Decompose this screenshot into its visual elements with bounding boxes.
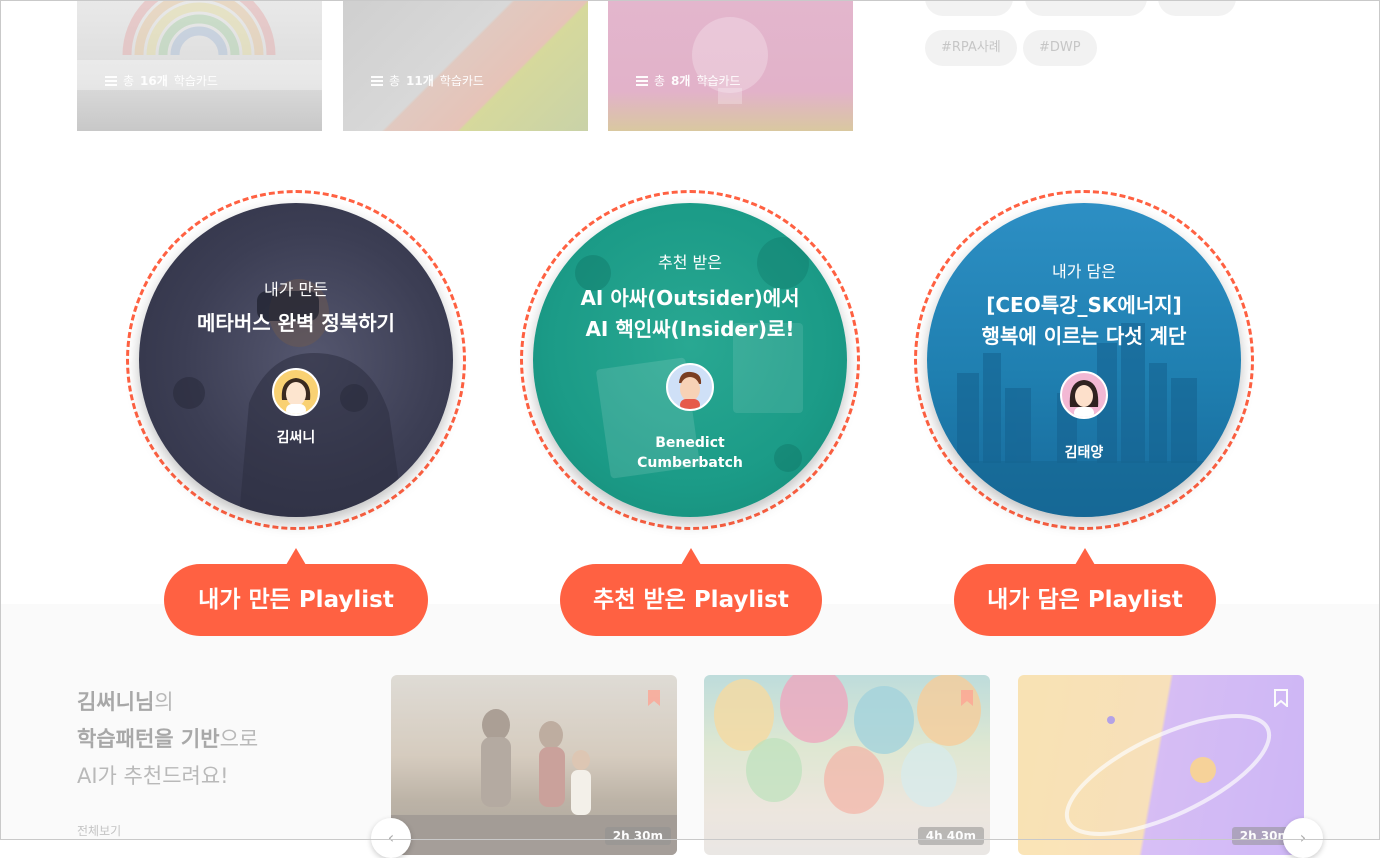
playlist-title: [CEO특강_SK에너지] 행복에 이르는 다섯 계단 <box>981 293 1187 348</box>
playlist-sub: 내가 담은 <box>1052 262 1116 281</box>
avatar <box>1060 371 1108 419</box>
saved-playlist-button[interactable]: 내가 담은 Playlist <box>954 548 1216 636</box>
recommend-card[interactable]: 2h 30m <box>391 675 677 855</box>
bookmark-icon[interactable] <box>647 689 661 707</box>
hashtag[interactable] <box>925 0 1013 16</box>
bookmark-icon[interactable] <box>1274 689 1288 707</box>
list-icon <box>105 75 117 86</box>
duration-badge: 2h 30m <box>604 827 671 845</box>
author-name: 김써니 <box>276 430 316 446</box>
avatar <box>272 368 320 416</box>
playlist-circle-recommended[interactable]: 추천 받은 AI 아싸(Outsider)에서 AI 핵인싸(Insider)로… <box>520 190 860 530</box>
playlist-cover[interactable]: 추천 받은 AI 아싸(Outsider)에서 AI 핵인싸(Insider)로… <box>533 203 847 517</box>
hashtag[interactable] <box>1025 0 1147 16</box>
playlist-circle-saved[interactable]: 내가 담은 [CEO특강_SK에너지] 행복에 이르는 다섯 계단 김태양 <box>914 190 1254 530</box>
recommend-heading: 김써니님의 학습패턴을 기반으로 AI가 추천드려요! <box>77 690 259 788</box>
learning-card-thumb[interactable]: 총 8개 학습카드 <box>608 0 853 131</box>
learning-card-thumb[interactable]: 총 16개 학습카드 <box>77 0 322 131</box>
city-skyline-image <box>927 323 1241 517</box>
hashtag[interactable]: #DWP <box>1023 30 1097 66</box>
author-name: 김태양 <box>1064 445 1104 461</box>
recommend-card[interactable]: 2h 30m <box>1018 675 1304 855</box>
list-icon <box>371 75 383 86</box>
playlist-sub: 내가 만든 <box>264 280 328 299</box>
avatar-woman-icon <box>281 378 311 414</box>
avatar <box>666 363 714 411</box>
prev-button[interactable]: ‹ <box>371 818 411 858</box>
playlist-cover[interactable]: 내가 담은 [CEO특강_SK에너지] 행복에 이르는 다섯 계단 김태양 <box>927 203 1241 517</box>
card-count: 총 16개 학습카드 <box>105 72 218 89</box>
see-all-link[interactable]: 전체보기 <box>77 822 121 839</box>
ai-recommend-section: 김써니님의 학습패턴을 기반으로 AI가 추천드려요! 전체보기 2h 30m <box>0 604 1380 855</box>
my-playlist-button[interactable]: 내가 만든 Playlist <box>164 548 428 636</box>
learning-card-section: 총 16개 학습카드 총 11개 학습카드 총 8개 학습카드 #RPA사례 #DWP <box>0 0 1380 140</box>
rainbow-toy-image <box>77 0 322 90</box>
playlist-circle-my[interactable]: 내가 만든 메타버스 완벽 정복하기 김써니 <box>126 190 466 530</box>
playlist-cover[interactable]: 내가 만든 메타버스 완벽 정복하기 김써니 <box>139 203 453 517</box>
hashtag[interactable]: #RPA사례 <box>925 30 1017 66</box>
playlist-title: AI 아싸(Outsider)에서 AI 핵인싸(Insider)로! <box>580 286 800 341</box>
hashtag[interactable] <box>1158 0 1236 16</box>
learning-card-thumb[interactable]: 총 11개 학습카드 <box>343 0 588 131</box>
duration-badge: 4h 40m <box>917 827 984 845</box>
avatar-woman-icon <box>1069 380 1099 417</box>
chevron-right-icon: › <box>1299 828 1307 847</box>
chevron-left-icon: ‹ <box>387 828 395 847</box>
vr-person-image <box>173 279 404 517</box>
card-count: 총 8개 학습카드 <box>636 72 741 89</box>
card-count: 총 11개 학습카드 <box>371 72 484 89</box>
recommended-playlist-button[interactable]: 추천 받은 Playlist <box>560 548 822 636</box>
avatar-man-icon <box>679 371 702 409</box>
playlist-title: 메타버스 완벽 정복하기 <box>197 311 395 335</box>
bookmark-icon[interactable] <box>960 689 974 707</box>
playlist-sub: 추천 받은 <box>658 253 722 272</box>
lightbulb-image <box>692 17 768 104</box>
recommend-card[interactable]: 4h 40m <box>704 675 990 855</box>
next-button[interactable]: › <box>1283 818 1323 858</box>
author-name: Benedict Cumberbatch <box>637 435 743 471</box>
list-icon <box>636 75 648 86</box>
